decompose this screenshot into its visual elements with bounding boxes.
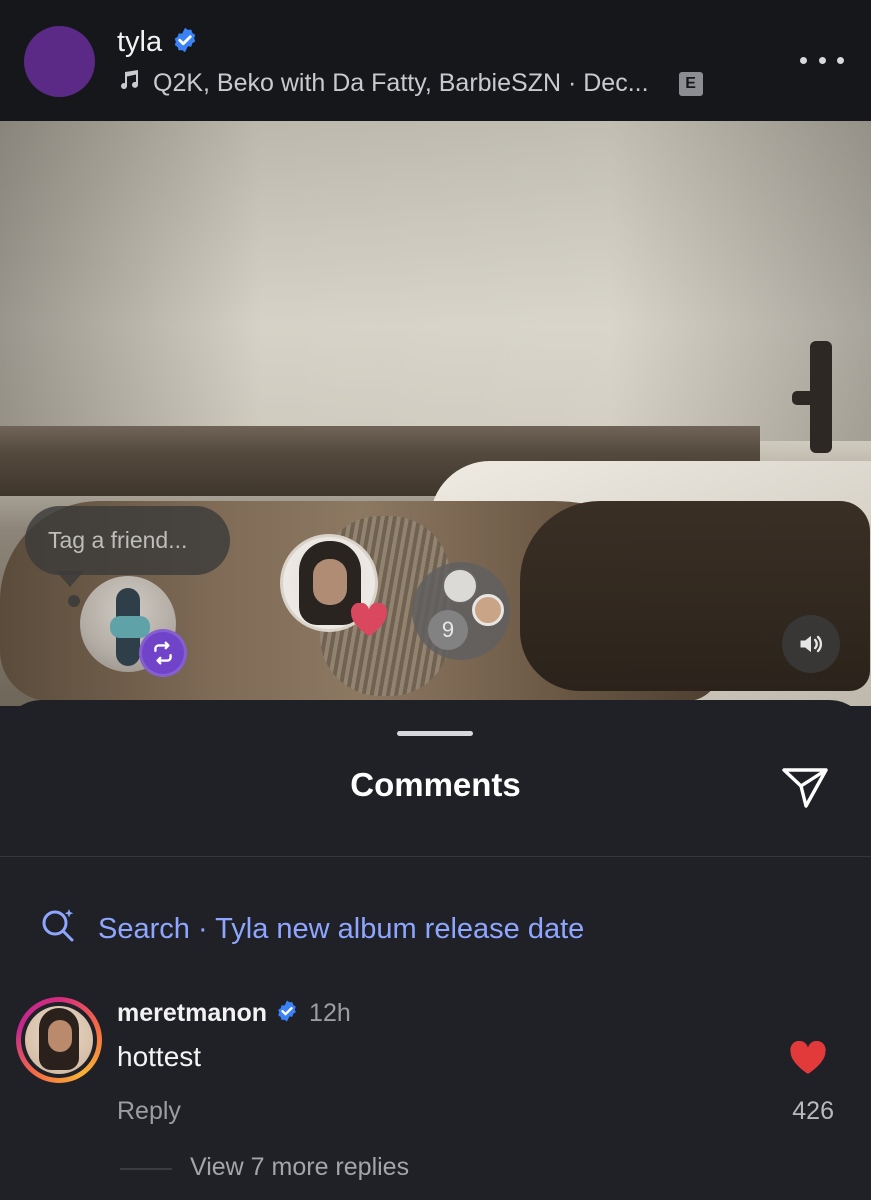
post-header: tyla Q2K, Beko with Da Fatty, BarbieSZN … bbox=[0, 0, 871, 121]
tag-bubble-dot bbox=[68, 595, 80, 607]
music-note-icon bbox=[117, 68, 141, 99]
tag-friend-bubble[interactable]: Tag a friend... bbox=[25, 506, 230, 575]
viewer-avatar bbox=[472, 594, 504, 626]
explicit-badge: E bbox=[678, 71, 703, 96]
comment-item: meretmanon 12h hottest Reply 426 View 7 … bbox=[16, 995, 856, 1195]
heart-icon[interactable] bbox=[789, 1040, 827, 1075]
tag-friend-prompt: Tag a friend... bbox=[48, 527, 188, 553]
verified-badge-icon bbox=[171, 26, 199, 59]
comments-title: Comments bbox=[350, 766, 521, 803]
author-row: tyla bbox=[117, 26, 199, 59]
comment-time: 12h bbox=[309, 999, 351, 1027]
speaker-icon[interactable] bbox=[782, 615, 840, 673]
sheet-grabber[interactable] bbox=[397, 731, 473, 736]
search-suggestion[interactable]: Search · Tyla new album release date bbox=[40, 906, 584, 952]
heart-icon bbox=[349, 602, 389, 637]
viewers-facepile[interactable]: 9 bbox=[412, 562, 510, 660]
music-title: Q2K, Beko with Da Fatty, BarbieSZN · Dec… bbox=[153, 69, 649, 97]
commenter-avatar[interactable] bbox=[16, 997, 102, 1083]
author-avatar[interactable] bbox=[24, 26, 95, 97]
verified-badge-icon bbox=[275, 999, 299, 1028]
tag-bubble-tail bbox=[56, 571, 84, 587]
replies-divider bbox=[120, 1168, 172, 1170]
repost-icon bbox=[139, 629, 187, 677]
reply-button[interactable]: Reply bbox=[117, 1097, 181, 1126]
search-icon bbox=[40, 906, 78, 952]
commenter-username[interactable]: meretmanon bbox=[117, 999, 267, 1028]
viewer-avatar bbox=[442, 568, 478, 604]
send-icon[interactable] bbox=[780, 764, 830, 810]
music-row[interactable]: Q2K, Beko with Da Fatty, BarbieSZN · Dec… bbox=[117, 68, 703, 99]
more-options-icon[interactable] bbox=[800, 46, 844, 74]
viewers-count: 9 bbox=[428, 610, 468, 650]
comments-sheet: Comments Search · Tyla new album release… bbox=[0, 700, 871, 1200]
author-username[interactable]: tyla bbox=[117, 26, 162, 59]
comment-header: meretmanon 12h bbox=[117, 999, 351, 1028]
wall-hook-arm bbox=[792, 391, 832, 405]
comment-text: hottest bbox=[117, 1041, 202, 1072]
post-media[interactable]: Tag a friend... 9 bbox=[0, 121, 871, 706]
view-more-replies-button[interactable]: View 7 more replies bbox=[190, 1153, 409, 1182]
search-suggestion-text: Search · Tyla new album release date bbox=[98, 912, 585, 945]
wall bbox=[0, 121, 871, 441]
sheet-divider bbox=[0, 856, 871, 857]
comment-like-count: 426 bbox=[792, 1097, 834, 1125]
